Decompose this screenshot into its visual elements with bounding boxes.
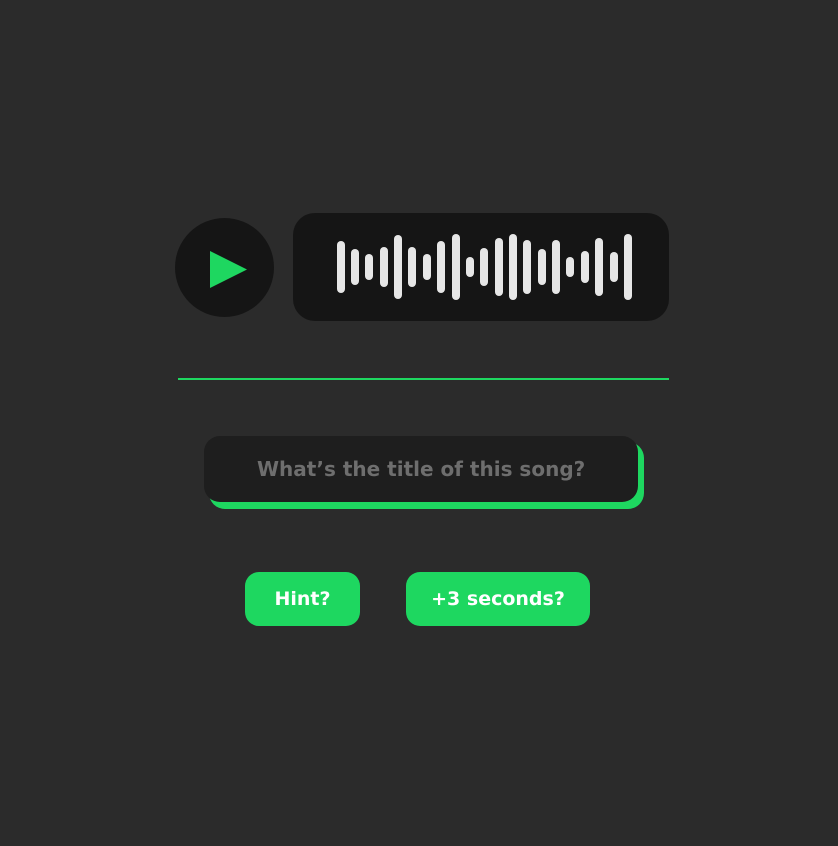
- waveform-panel: [293, 213, 669, 321]
- waveform-icon: [337, 234, 632, 300]
- play-button[interactable]: [175, 218, 274, 317]
- hint-button[interactable]: Hint?: [245, 572, 360, 626]
- play-icon: [210, 251, 247, 288]
- song-title-input[interactable]: [204, 436, 638, 502]
- add-seconds-button[interactable]: +3 seconds?: [406, 572, 590, 626]
- progress-line: [178, 378, 669, 380]
